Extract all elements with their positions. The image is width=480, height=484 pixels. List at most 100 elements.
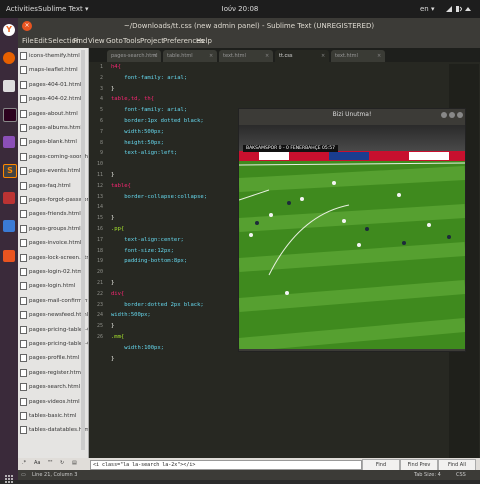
app-grid-icon[interactable] <box>4 474 14 484</box>
sidebar-file-item[interactable]: pages-events.html <box>20 167 88 178</box>
sidebar-file-item[interactable]: pages-login-02.html <box>20 268 88 279</box>
editor-tab[interactable]: text.html × <box>331 50 385 62</box>
system-tray-icon[interactable] <box>444 4 474 14</box>
code-line: border-collapse:collapse; <box>111 194 207 200</box>
sidebar-file-item[interactable]: pages-404-01.html <box>20 80 88 92</box>
sidebar-file-item[interactable]: pages-about.html <box>20 109 88 121</box>
menu-find[interactable]: Find <box>73 37 87 45</box>
sidebar-file-item[interactable]: icons-themify.html <box>20 52 88 63</box>
editor-tab[interactable]: text.html × <box>219 50 273 62</box>
document-icon[interactable] <box>3 220 15 232</box>
sidebar-file-label: pages-about.html <box>29 110 78 117</box>
code-token: } <box>111 280 115 286</box>
sidebar-file-item[interactable]: pages-newsfeed.html <box>20 311 88 322</box>
sidebar-file-item[interactable]: pages-login.html <box>20 282 88 293</box>
sidebar-file-label: pages-pricing-tables-C <box>29 326 88 333</box>
editor-tab[interactable]: pages-search.html × <box>107 50 161 62</box>
wrap-toggle-icon[interactable]: ↻ <box>60 460 64 468</box>
tab-close-icon[interactable]: × <box>377 53 381 59</box>
menu-goto[interactable]: Goto <box>106 37 123 45</box>
sidebar-file-item[interactable]: pages-coming-soon.ht <box>20 152 88 164</box>
file-icon <box>20 397 27 406</box>
image-viewer-icon[interactable] <box>3 136 15 148</box>
sidebar-file-item[interactable]: pages-friends.html <box>20 210 88 221</box>
sidebar-file-item[interactable]: pages-pricing-tables-C <box>20 325 88 337</box>
editor-tab[interactable]: tt.css × <box>275 50 329 62</box>
text-editor-icon[interactable] <box>3 192 15 204</box>
file-icon <box>20 66 27 75</box>
syntax-mode[interactable]: CSS <box>456 472 466 478</box>
sidebar-file-item[interactable]: pages-lock-screen.htn <box>20 253 88 265</box>
file-icon <box>20 268 27 276</box>
software-center-icon[interactable] <box>3 250 15 262</box>
code-line: width:100px; <box>111 345 164 351</box>
editor-tab[interactable]: table.html × <box>163 50 217 62</box>
video-window[interactable]: Bizi Unutma! BAKSAMSPOR 0 - 0 FENERBAHÇE… <box>238 108 466 352</box>
file-icon <box>20 196 27 204</box>
line-number: 25 <box>96 323 103 330</box>
line-number: 22 <box>96 290 103 297</box>
firefox-icon[interactable] <box>3 52 15 64</box>
menu-file[interactable]: File <box>22 37 34 45</box>
find-input[interactable]: <i class="la la-search la-2x"></i> <box>90 460 362 470</box>
code-token: text-align:center; <box>111 236 184 243</box>
sidebar-file-item[interactable]: pages-faq.html <box>20 181 88 193</box>
tab-size[interactable]: Tab Size: 4 <box>414 472 441 478</box>
file-icon <box>20 383 27 392</box>
video-frame[interactable]: BAKSAMSPOR 0 - 0 FENERBAHÇE 05:57 <box>239 125 465 349</box>
menu-view[interactable]: View <box>88 37 105 45</box>
line-number: 14 <box>96 204 103 211</box>
sidebar-file-item[interactable]: pages-mail-confirm.ht <box>20 296 88 308</box>
code-token: table{ <box>111 182 131 189</box>
clock[interactable]: Ιούν 20:08 <box>0 5 480 13</box>
yandex-browser-icon[interactable]: Y <box>3 24 15 36</box>
regex-toggle[interactable]: .* <box>22 460 26 468</box>
file-icon <box>20 296 27 305</box>
window-controls-icon[interactable] <box>441 111 463 119</box>
tab-close-icon[interactable]: × <box>265 53 269 59</box>
sidebar-file-item[interactable]: pages-forgot-passwor <box>20 196 88 207</box>
sidebar-file-label: pages-invoice.html <box>29 240 82 247</box>
tab-close-icon[interactable]: × <box>209 53 213 59</box>
sidebar-file-item[interactable]: pages-blank.html <box>20 138 88 149</box>
sidebar-file-label: icons-themify.html <box>29 53 80 59</box>
sidebar-file-item[interactable]: pages-register.html <box>20 368 88 380</box>
file-icon <box>20 181 27 190</box>
sidebar-file-item[interactable]: pages-groups.html <box>20 224 88 236</box>
sidebar-file-item[interactable]: pages-search.html <box>20 383 88 394</box>
sidebar-file-item[interactable]: pages-404-02.html <box>20 95 88 106</box>
sidebar-file-item[interactable]: tables-datatables.html <box>20 426 88 437</box>
sidebar-scrollbar[interactable] <box>81 50 85 450</box>
case-toggle[interactable]: Aa <box>34 460 40 468</box>
sublime-text-icon[interactable]: S <box>3 164 17 178</box>
sidebar-file-item[interactable]: pages-pricing-tables-C <box>20 340 88 351</box>
status-panel-icon[interactable]: ▭ <box>21 472 26 478</box>
menu-edit[interactable]: Edit <box>34 37 48 45</box>
terminal-icon[interactable] <box>3 108 17 122</box>
code-line: font-family: arial; <box>111 107 187 113</box>
sidebar-file-item[interactable]: pages-videos.html <box>20 397 88 409</box>
tab-close-icon[interactable]: × <box>321 53 325 59</box>
menu-tools[interactable]: Tools <box>123 37 140 45</box>
menu-help[interactable]: Help <box>196 37 212 45</box>
menu-project[interactable]: Project <box>140 37 164 45</box>
window-title: ~/Downloads/tt.css (new admin panel) - S… <box>123 22 375 30</box>
line-number: 8 <box>99 139 103 146</box>
tab-close-icon[interactable]: × <box>153 53 157 59</box>
sidebar-file-item[interactable]: maps-leaflet.html <box>20 66 88 77</box>
file-icon <box>20 354 27 363</box>
files-icon[interactable] <box>3 80 15 92</box>
sidebar-file-item[interactable]: tables-basic.html <box>20 412 88 423</box>
input-language[interactable]: en ▾ <box>420 5 434 13</box>
sidebar-file-item[interactable]: pages-invoice.html <box>20 239 88 250</box>
code-token: font-size:12px; <box>111 247 174 254</box>
whole-word-toggle[interactable]: "" <box>48 460 53 468</box>
sidebar-file-item[interactable]: pages-albums.html <box>20 124 88 135</box>
code-line: } <box>111 172 114 178</box>
in-selection-toggle-icon[interactable]: ▤ <box>72 460 77 468</box>
sidebar-file-item[interactable]: pages-profile.html <box>20 354 88 365</box>
code-token: } <box>111 355 115 362</box>
code-token: font-family: arial; <box>111 107 188 114</box>
file-icon <box>20 167 27 176</box>
line-number: 2 <box>99 74 103 81</box>
